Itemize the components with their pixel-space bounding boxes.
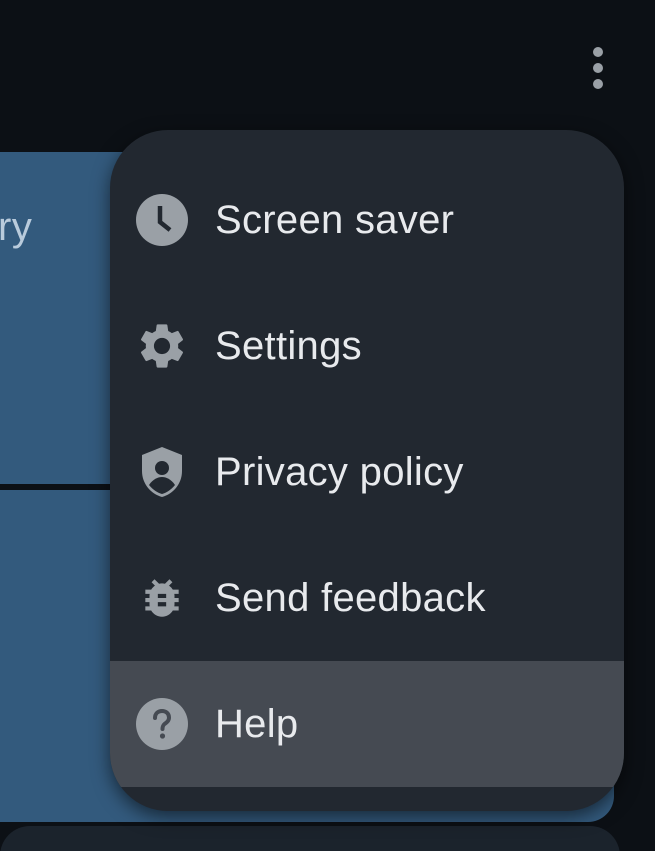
menu-item-settings[interactable]: Settings (110, 283, 624, 409)
menu-item-label: Settings (215, 323, 362, 368)
more-options-button[interactable] (574, 40, 622, 96)
menu-item-label: Screen saver (215, 197, 455, 242)
menu-item-label: Send feedback (215, 575, 486, 620)
gear-icon (134, 318, 190, 374)
more-vert-icon-dot (593, 63, 603, 73)
menu-item-label: Privacy policy (215, 449, 464, 494)
background-card (0, 826, 620, 851)
bug-icon (134, 570, 190, 626)
menu-item-privacy-policy[interactable]: Privacy policy (110, 409, 624, 535)
menu-item-send-feedback[interactable]: Send feedback (110, 535, 624, 661)
screen: ry Screen saver Settings Privacy policy … (0, 0, 655, 851)
overflow-menu: Screen saver Settings Privacy policy Sen… (110, 130, 624, 811)
menu-item-label: Help (215, 701, 299, 746)
more-vert-icon-dot (593, 79, 603, 89)
more-vert-icon (593, 47, 603, 57)
background-card-title: ry (0, 205, 33, 249)
clock-icon (134, 192, 190, 248)
shield-person-icon (134, 444, 190, 500)
help-circle-icon (134, 696, 190, 752)
menu-item-help[interactable]: Help (110, 661, 624, 787)
menu-item-screen-saver[interactable]: Screen saver (110, 157, 624, 283)
